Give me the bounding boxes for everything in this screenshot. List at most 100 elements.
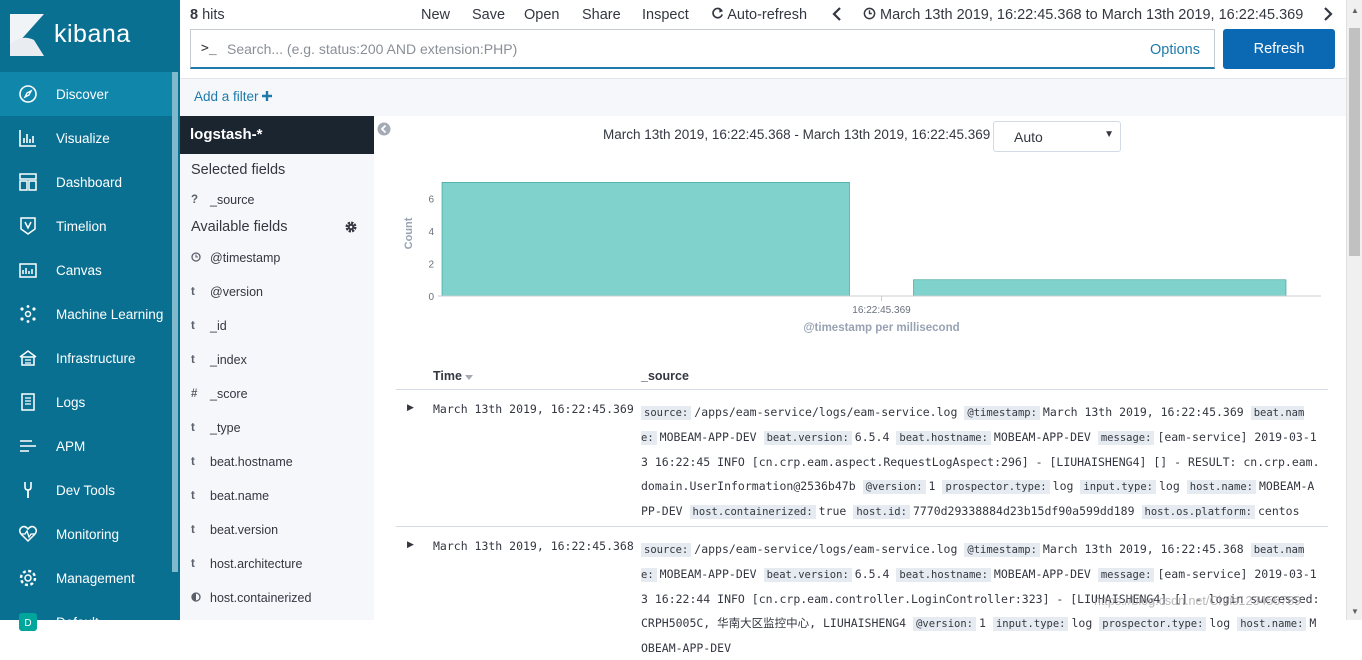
space-avatar-icon: D [0,612,56,632]
kibana-brand[interactable]: kibana [0,0,180,72]
row-time: March 13th 2019, 16:22:45.369 [433,402,634,416]
x-tick-label: 16:22:45.369 [852,305,911,316]
interval-value: Auto [1014,129,1043,145]
canvas-icon [0,260,56,280]
nav-item-logs[interactable]: Logs [0,380,172,424]
nav-item-default[interactable]: D Default [0,600,172,644]
field-item[interactable]: t beat.hostname [191,452,293,472]
source-field-value: log [1071,616,1093,630]
field-name: @version [210,285,263,299]
nav-item-dev-tools[interactable]: Dev Tools [0,468,172,512]
watermark: https://blog.csdn.net/Chris123456789 [1094,594,1302,608]
nav-item-label: Canvas [56,262,102,278]
inspect-button[interactable]: Inspect [642,7,689,23]
x-axis-label: @timestamp per millisecond [803,322,959,334]
field-name: beat.name [210,489,270,503]
nav-item-canvas[interactable]: Canvas [0,248,172,292]
source-field-value: March 13th 2019, 16:22:45.369 [1042,405,1244,419]
source-field-key: host.name: [1186,480,1256,494]
query-bar: >_ Options [190,29,1215,69]
scroll-up-icon[interactable]: ▲ [1351,6,1359,15]
histogram-time-label: March 13th 2019, 16:22:45.368 - March 13… [603,127,1008,142]
field-item[interactable]: @timestamp [191,248,280,268]
field-name: _type [210,421,241,435]
histogram-bar [913,279,1287,297]
open-button[interactable]: Open [524,7,559,23]
infrastructure-icon [0,348,56,368]
field-item[interactable]: t host.architecture [191,554,302,574]
nav-item-label: Dashboard [56,174,123,190]
source-field-value: /apps/eam-service/logs/eam-service.log [694,405,958,419]
auto-refresh-button[interactable]: Auto-refresh [711,7,807,23]
time-back-button[interactable] [832,7,842,25]
expand-row-icon[interactable]: ▶ [407,402,414,413]
index-pattern-title[interactable]: logstash-* [180,116,374,154]
interval-select[interactable]: Auto ▼ [993,121,1121,152]
timelion-icon [0,216,56,236]
share-button[interactable]: Share [582,7,621,23]
field-item[interactable]: t @version [191,282,263,302]
field-name: _id [210,319,227,333]
nav-item-timelion[interactable]: Timelion [0,204,172,248]
field-type-icon: t [191,490,195,502]
field-type-icon: t [191,524,195,536]
scrollbar-thumb[interactable] [1349,28,1360,256]
nav-item-dashboard[interactable]: Dashboard [0,160,172,204]
clock-icon [863,7,876,20]
histogram-bar [441,182,850,297]
collapse-sidebar-icon[interactable] [377,122,391,136]
chart-icon [0,128,56,148]
time-forward-button[interactable] [1323,7,1333,25]
field-item[interactable]: host.containerized [191,588,311,608]
row-divider [396,526,1328,527]
nav-item-label: Discover [56,86,109,102]
field-item[interactable]: t _id [191,316,227,336]
row-source: source:/apps/eam-service/logs/eam-servic… [641,400,1321,524]
time-header-label: Time [433,369,462,383]
nav-item-management[interactable]: Management [0,556,172,600]
save-button[interactable]: Save [472,7,505,23]
field-type-icon: ? [191,194,199,206]
scroll-down-icon[interactable]: ▼ [1351,607,1359,616]
source-field-value: MOBEAM-APP-DEV [659,430,757,444]
add-filter-button[interactable]: Add a filter [194,89,273,104]
field-type-icon: t [191,456,195,468]
new-button[interactable]: New [421,7,450,23]
time-picker[interactable]: March 13th 2019, 16:22:45.368 to March 1… [863,7,1303,23]
table-row[interactable]: ▶ March 13th 2019, 16:22:45.368 source:/ap… [396,528,1328,655]
field-item[interactable]: t beat.name [191,486,269,506]
source-field-value: 7770d29338884d23b15df90a599dd189 [912,504,1135,518]
field-item[interactable]: t _index [191,350,247,370]
source-field-key: host.id: [853,505,910,519]
field-item[interactable]: # _score [191,384,248,404]
nav-item-label: Monitoring [56,526,120,542]
boolean-type-icon [191,591,210,605]
apm-icon [0,436,56,456]
field-item[interactable]: t _type [191,418,241,438]
nav-item-discover[interactable]: Discover [0,72,172,116]
field-name: host.architecture [210,557,303,571]
nav-item-infrastructure[interactable]: Infrastructure [0,336,172,380]
y-tick-label: 0 [428,292,434,303]
source-field-key: input.type: [1080,480,1156,494]
time-column-header[interactable]: Time [433,369,474,383]
field-item[interactable]: ? _source [191,190,254,210]
sidebar-scrollbar[interactable] [172,72,178,572]
source-field-key: beat.hostname: [896,431,991,445]
histogram-chart: 0 2 4 6 Count 16:22:45.369 @timestamp per mill… [403,182,1321,334]
source-field-key: source: [641,406,692,420]
field-name: _source [210,193,255,207]
nav-item-machine-learning[interactable]: Machine Learning [0,292,172,336]
search-input[interactable] [227,38,1127,60]
table-row[interactable]: ▶ March 13th 2019, 16:22:45.369 source:/ap… [396,391,1328,528]
options-button[interactable]: Options [1150,42,1200,58]
gear-icon[interactable] [344,220,358,234]
page-scrollbar[interactable]: ▲ ▼ [1346,0,1362,620]
refresh-button[interactable]: Refresh [1223,29,1335,69]
expand-row-icon[interactable]: ▶ [407,539,414,550]
nav-item-monitoring[interactable]: Monitoring [0,512,172,556]
field-item[interactable]: t beat.version [191,520,278,540]
nav-item-visualize[interactable]: Visualize [0,116,172,160]
nav-item-apm[interactable]: APM [0,424,172,468]
nav-item-label: Default [56,614,99,630]
